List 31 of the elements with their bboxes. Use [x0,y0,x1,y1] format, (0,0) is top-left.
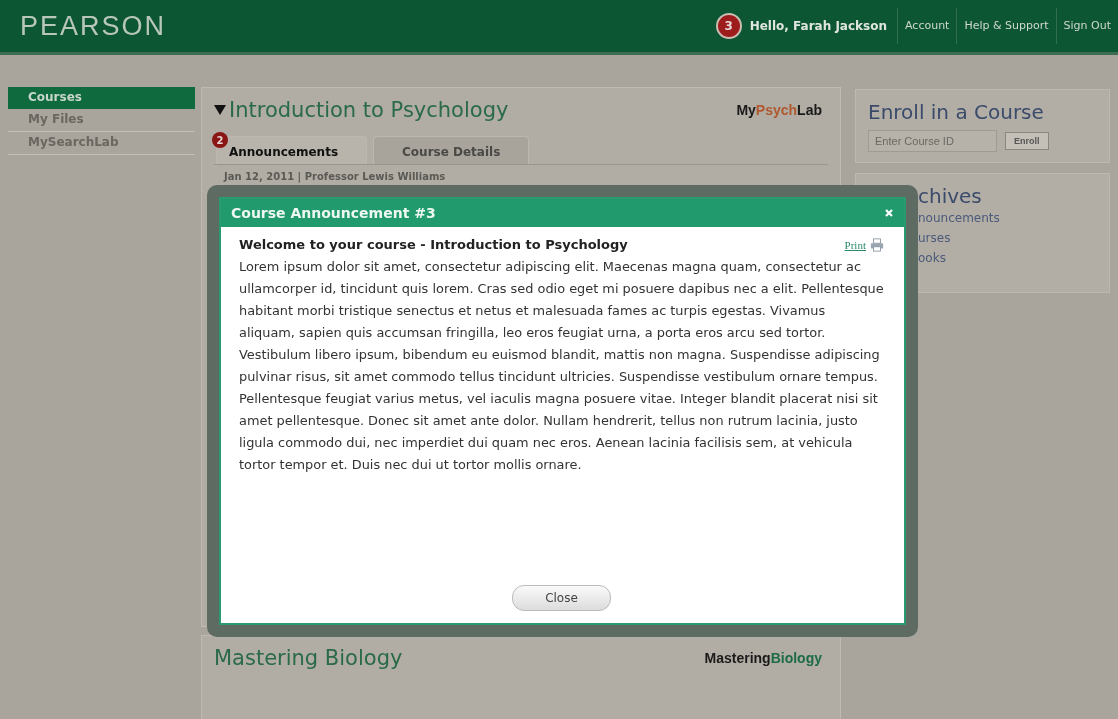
enroll-title: Enroll in a Course [868,100,1045,124]
close-button[interactable]: Close [512,585,611,611]
product-logo: MasteringBiology [704,650,822,666]
header-link[interactable]: Sign Out [1055,8,1118,44]
header-link[interactable]: Help & Support [956,8,1056,44]
product-logo: MyPsychLab [736,102,822,118]
announcement-heading: Welcome to your course - Introduction to Psychology [239,237,629,252]
close-icon[interactable] [884,208,894,218]
course-id-field[interactable]: Enter Course ID [868,130,997,152]
print-link[interactable]: Print [844,238,866,251]
greeting-text: Hello, Farah Jackson [749,19,888,33]
archive-link[interactable]: ooks [918,248,946,268]
announcement-meta: Jan 12, 2011 | Professor Lewis Williams [224,171,447,182]
sidebar-item[interactable]: Courses [8,87,195,109]
printer-icon[interactable] [870,237,884,252]
announcement-text: Lorem ipsum dolor sit amet, consectetur adipiscing elit. Maecenas magna quam, consectetur ac ullamcorper id, tincidunt quis lorem. Cras sed odio eget mi posuere dapibus nec a elit. Pellentesque habitant morbi tristique senectus et netus et malesuada fames ac turpis egestas. Vivamus aliquam, sapien quis accumsan fringilla, leo eros feugiat urna, a porta eros arcu sed tortor. Vestibulum libero ipsum, bibendum eu euismod blandit, mattis non magna. Suspendisse adipiscing pulvinar risus, sit amet commodo tellus tincidunt ultricies. Suspendisse vestibulum ornare tempus. Pellentesque feugiat varius metus, vel iaculis magna posuere vitae. Integer blandit placerat nisi sit amet pellentesque. Donec sit amet ante dolor. Nullam hendrerit, tellus non rutrum lacinia, justo ligula commodo dui, nec imperdiet dui quam nec eros. Aenean lacinia facilisis sem, at vehicula tortor tempor et. Duis nec dui ut tortor mollis ornare. [239,258,884,474]
sidebar-item[interactable]: MySearchLab [8,132,195,155]
course-title[interactable]: Mastering Biology [214,646,705,670]
enroll-button[interactable]: Enroll [1005,132,1049,150]
header-link[interactable]: Account [897,8,957,44]
course-title[interactable]: Introduction to Psychology [229,98,737,122]
triangle-down-icon[interactable] [214,105,226,115]
pearson-logo: PEARSON [20,10,167,42]
archives-title: chives [918,184,982,208]
tab[interactable]: Course Details [373,136,530,164]
notification-badge: 3 [715,13,742,39]
tab-badge: 2 [212,132,228,148]
archive-link[interactable]: urses [918,228,951,248]
dialog-title: Course Announcement #3 [231,205,436,221]
archive-link[interactable]: nouncements [918,208,1000,228]
sidebar-item[interactable]: My Files [8,109,195,132]
